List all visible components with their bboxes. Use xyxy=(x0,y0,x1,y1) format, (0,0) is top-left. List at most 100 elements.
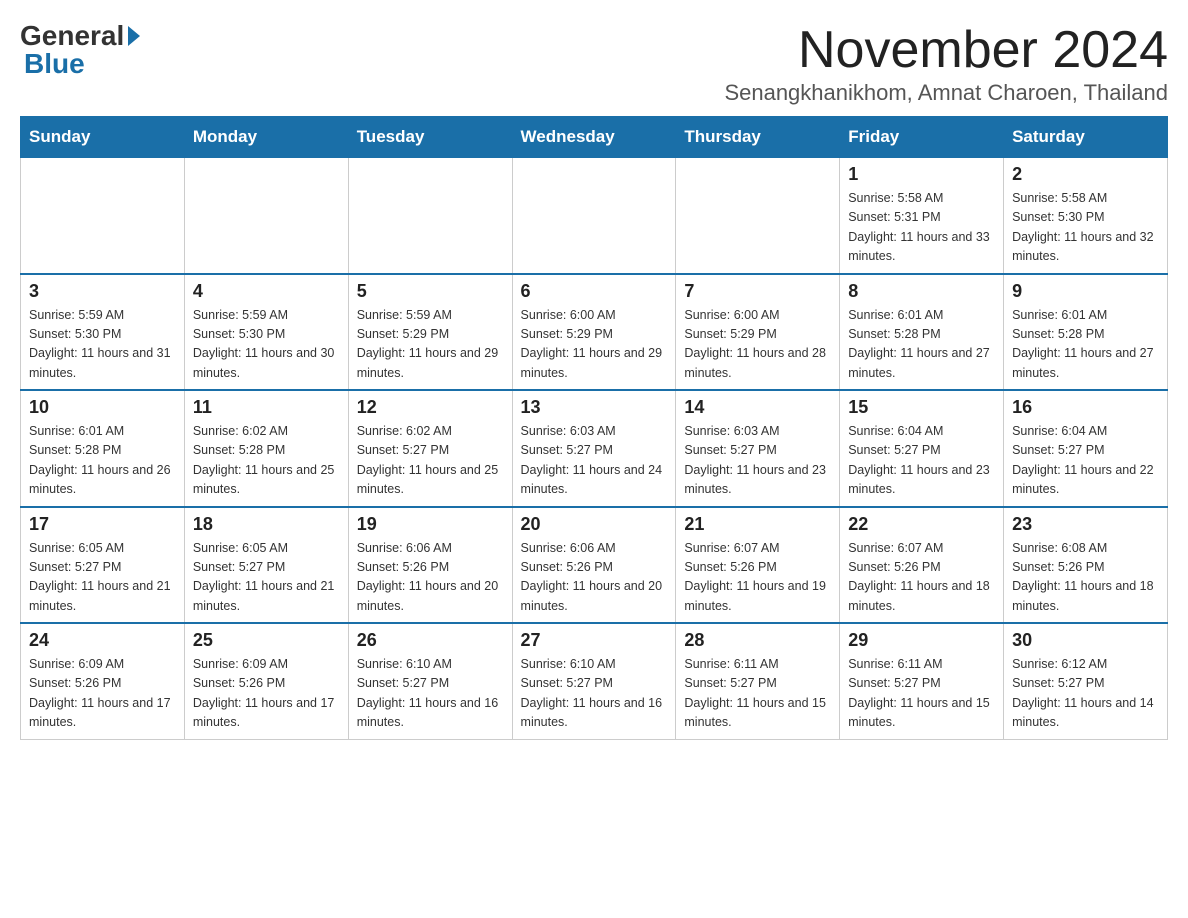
cell-day-number: 23 xyxy=(1012,514,1159,535)
calendar-cell-week1-day6: 9 Sunrise: 6:01 AM Sunset: 5:28 PM Daylig… xyxy=(1004,274,1168,391)
calendar-cell-week0-day4 xyxy=(676,158,840,274)
cell-day-info: Sunrise: 6:01 AM Sunset: 5:28 PM Dayligh… xyxy=(29,422,176,500)
cell-day-info: Sunrise: 6:09 AM Sunset: 5:26 PM Dayligh… xyxy=(29,655,176,733)
logo: General Blue xyxy=(20,20,140,80)
cell-day-number: 9 xyxy=(1012,281,1159,302)
cell-day-number: 14 xyxy=(684,397,831,418)
calendar-cell-week0-day0 xyxy=(21,158,185,274)
calendar-cell-week3-day1: 18 Sunrise: 6:05 AM Sunset: 5:27 PM Dayli… xyxy=(184,507,348,624)
cell-day-info: Sunrise: 6:08 AM Sunset: 5:26 PM Dayligh… xyxy=(1012,539,1159,617)
cell-day-info: Sunrise: 6:00 AM Sunset: 5:29 PM Dayligh… xyxy=(684,306,831,384)
cell-day-number: 21 xyxy=(684,514,831,535)
week-row-0: 1Sunrise: 5:58 AM Sunset: 5:31 PM Daylig… xyxy=(21,158,1168,274)
cell-day-number: 5 xyxy=(357,281,504,302)
cell-day-number: 16 xyxy=(1012,397,1159,418)
calendar-cell-week4-day1: 25Sunrise: 6:09 AM Sunset: 5:26 PM Dayli… xyxy=(184,623,348,739)
cell-day-number: 11 xyxy=(193,397,340,418)
cell-day-info: Sunrise: 5:58 AM Sunset: 5:30 PM Dayligh… xyxy=(1012,189,1159,267)
calendar-cell-week4-day4: 28 Sunrise: 6:11 AM Sunset: 5:27 PM Dayli… xyxy=(676,623,840,739)
cell-day-info: Sunrise: 6:05 AM Sunset: 5:27 PM Dayligh… xyxy=(193,539,340,617)
calendar-cell-week0-day6: 2 Sunrise: 5:58 AM Sunset: 5:30 PM Daylig… xyxy=(1004,158,1168,274)
cell-day-info: Sunrise: 6:03 AM Sunset: 5:27 PM Dayligh… xyxy=(521,422,668,500)
cell-day-info: Sunrise: 6:05 AM Sunset: 5:27 PM Dayligh… xyxy=(29,539,176,617)
calendar-cell-week1-day3: 6Sunrise: 6:00 AM Sunset: 5:29 PM Daylig… xyxy=(512,274,676,391)
calendar-title: November 2024 xyxy=(724,20,1168,80)
cell-day-info: Sunrise: 6:02 AM Sunset: 5:28 PM Dayligh… xyxy=(193,422,340,500)
calendar-table: Sunday Monday Tuesday Wednesday Thursday… xyxy=(20,116,1168,740)
logo-blue-text: Blue xyxy=(20,48,85,80)
calendar-cell-week2-day5: 15 Sunrise: 6:04 AM Sunset: 5:27 PM Dayli… xyxy=(840,390,1004,507)
cell-day-info: Sunrise: 6:02 AM Sunset: 5:27 PM Dayligh… xyxy=(357,422,504,500)
calendar-cell-week3-day0: 17 Sunrise: 6:05 AM Sunset: 5:27 PM Dayli… xyxy=(21,507,185,624)
calendar-cell-week4-day5: 29Sunrise: 6:11 AM Sunset: 5:27 PM Dayli… xyxy=(840,623,1004,739)
calendar-subtitle: Senangkhanikhom, Amnat Charoen, Thailand xyxy=(724,80,1168,106)
cell-day-number: 17 xyxy=(29,514,176,535)
calendar-cell-week2-day2: 12 Sunrise: 6:02 AM Sunset: 5:27 PM Dayli… xyxy=(348,390,512,507)
calendar-cell-week4-day0: 24Sunrise: 6:09 AM Sunset: 5:26 PM Dayli… xyxy=(21,623,185,739)
cell-day-info: Sunrise: 6:06 AM Sunset: 5:26 PM Dayligh… xyxy=(521,539,668,617)
cell-day-number: 7 xyxy=(684,281,831,302)
cell-day-number: 18 xyxy=(193,514,340,535)
cell-day-number: 10 xyxy=(29,397,176,418)
cell-day-info: Sunrise: 6:03 AM Sunset: 5:27 PM Dayligh… xyxy=(684,422,831,500)
cell-day-info: Sunrise: 6:09 AM Sunset: 5:26 PM Dayligh… xyxy=(193,655,340,733)
calendar-cell-week2-day4: 14 Sunrise: 6:03 AM Sunset: 5:27 PM Dayli… xyxy=(676,390,840,507)
calendar-cell-week1-day1: 4 Sunrise: 5:59 AM Sunset: 5:30 PM Daylig… xyxy=(184,274,348,391)
header-friday: Friday xyxy=(840,117,1004,158)
cell-day-info: Sunrise: 6:10 AM Sunset: 5:27 PM Dayligh… xyxy=(521,655,668,733)
cell-day-info: Sunrise: 5:59 AM Sunset: 5:30 PM Dayligh… xyxy=(193,306,340,384)
calendar-cell-week4-day6: 30 Sunrise: 6:12 AM Sunset: 5:27 PM Dayli… xyxy=(1004,623,1168,739)
cell-day-number: 26 xyxy=(357,630,504,651)
week-row-2: 10 Sunrise: 6:01 AM Sunset: 5:28 PM Dayli… xyxy=(21,390,1168,507)
cell-day-number: 27 xyxy=(521,630,668,651)
calendar-header-row: Sunday Monday Tuesday Wednesday Thursday… xyxy=(21,117,1168,158)
cell-day-info: Sunrise: 5:59 AM Sunset: 5:29 PM Dayligh… xyxy=(357,306,504,384)
calendar-cell-week4-day3: 27 Sunrise: 6:10 AM Sunset: 5:27 PM Dayli… xyxy=(512,623,676,739)
cell-day-number: 20 xyxy=(521,514,668,535)
title-area: November 2024 Senangkhanikhom, Amnat Cha… xyxy=(724,20,1168,106)
calendar-cell-week3-day4: 21 Sunrise: 6:07 AM Sunset: 5:26 PM Dayli… xyxy=(676,507,840,624)
calendar-cell-week0-day1 xyxy=(184,158,348,274)
cell-day-info: Sunrise: 6:10 AM Sunset: 5:27 PM Dayligh… xyxy=(357,655,504,733)
cell-day-info: Sunrise: 6:11 AM Sunset: 5:27 PM Dayligh… xyxy=(848,655,995,733)
calendar-cell-week2-day0: 10 Sunrise: 6:01 AM Sunset: 5:28 PM Dayli… xyxy=(21,390,185,507)
week-row-1: 3Sunrise: 5:59 AM Sunset: 5:30 PM Daylig… xyxy=(21,274,1168,391)
header-saturday: Saturday xyxy=(1004,117,1168,158)
cell-day-number: 19 xyxy=(357,514,504,535)
header-tuesday: Tuesday xyxy=(348,117,512,158)
calendar-cell-week1-day0: 3Sunrise: 5:59 AM Sunset: 5:30 PM Daylig… xyxy=(21,274,185,391)
cell-day-number: 2 xyxy=(1012,164,1159,185)
cell-day-info: Sunrise: 6:07 AM Sunset: 5:26 PM Dayligh… xyxy=(848,539,995,617)
cell-day-number: 30 xyxy=(1012,630,1159,651)
cell-day-info: Sunrise: 6:01 AM Sunset: 5:28 PM Dayligh… xyxy=(1012,306,1159,384)
cell-day-info: Sunrise: 6:01 AM Sunset: 5:28 PM Dayligh… xyxy=(848,306,995,384)
cell-day-info: Sunrise: 6:07 AM Sunset: 5:26 PM Dayligh… xyxy=(684,539,831,617)
calendar-cell-week2-day3: 13 Sunrise: 6:03 AM Sunset: 5:27 PM Dayli… xyxy=(512,390,676,507)
calendar-cell-week3-day2: 19Sunrise: 6:06 AM Sunset: 5:26 PM Dayli… xyxy=(348,507,512,624)
cell-day-number: 4 xyxy=(193,281,340,302)
cell-day-info: Sunrise: 6:12 AM Sunset: 5:27 PM Dayligh… xyxy=(1012,655,1159,733)
header: General Blue November 2024 Senangkhanikh… xyxy=(20,20,1168,106)
logo-arrow-icon xyxy=(128,26,140,46)
cell-day-number: 8 xyxy=(848,281,995,302)
cell-day-number: 22 xyxy=(848,514,995,535)
cell-day-number: 1 xyxy=(848,164,995,185)
cell-day-number: 28 xyxy=(684,630,831,651)
calendar-cell-week1-day2: 5 Sunrise: 5:59 AM Sunset: 5:29 PM Daylig… xyxy=(348,274,512,391)
week-row-4: 24Sunrise: 6:09 AM Sunset: 5:26 PM Dayli… xyxy=(21,623,1168,739)
cell-day-info: Sunrise: 6:11 AM Sunset: 5:27 PM Dayligh… xyxy=(684,655,831,733)
calendar-cell-week0-day2 xyxy=(348,158,512,274)
cell-day-info: Sunrise: 6:04 AM Sunset: 5:27 PM Dayligh… xyxy=(848,422,995,500)
calendar-cell-week2-day1: 11 Sunrise: 6:02 AM Sunset: 5:28 PM Dayli… xyxy=(184,390,348,507)
calendar-cell-week3-day5: 22 Sunrise: 6:07 AM Sunset: 5:26 PM Dayli… xyxy=(840,507,1004,624)
header-monday: Monday xyxy=(184,117,348,158)
cell-day-number: 13 xyxy=(521,397,668,418)
calendar-cell-week1-day4: 7 Sunrise: 6:00 AM Sunset: 5:29 PM Daylig… xyxy=(676,274,840,391)
cell-day-info: Sunrise: 6:04 AM Sunset: 5:27 PM Dayligh… xyxy=(1012,422,1159,500)
header-sunday: Sunday xyxy=(21,117,185,158)
cell-day-number: 15 xyxy=(848,397,995,418)
calendar-cell-week3-day3: 20 Sunrise: 6:06 AM Sunset: 5:26 PM Dayli… xyxy=(512,507,676,624)
cell-day-number: 12 xyxy=(357,397,504,418)
header-thursday: Thursday xyxy=(676,117,840,158)
calendar-cell-week0-day5: 1Sunrise: 5:58 AM Sunset: 5:31 PM Daylig… xyxy=(840,158,1004,274)
